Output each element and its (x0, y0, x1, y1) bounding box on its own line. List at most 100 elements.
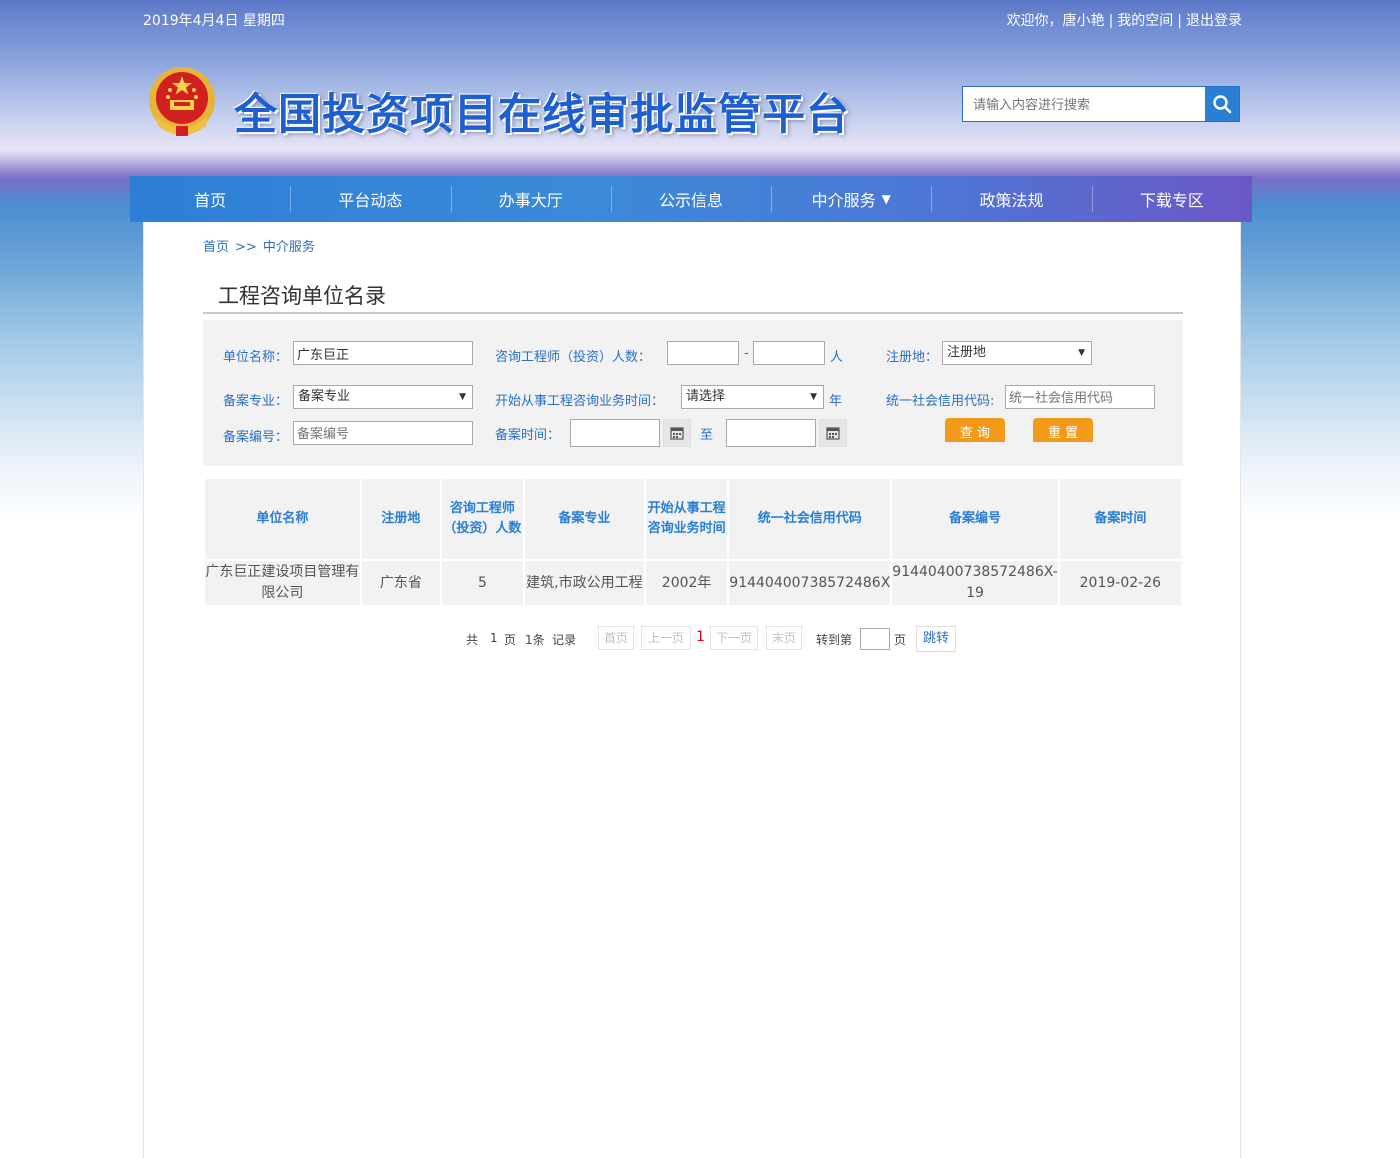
nav-item-downloads[interactable]: 下载专区 (1091, 176, 1252, 222)
cell-engineer-count: 5 (442, 561, 523, 605)
filter-panel: 单位名称： 咨询工程师（投资）人数： - 人 注册地： 注册地 ▼ 备案专业： 备… (203, 320, 1183, 466)
pager-goto-suffix: 页 (894, 633, 907, 647)
pager-go-button[interactable]: 跳转 (916, 626, 956, 652)
region-select[interactable]: 注册地 ▼ (942, 341, 1092, 365)
pager-goto-label: 转到第 (816, 633, 853, 647)
header-unit-name: 单位名称 (205, 479, 360, 559)
specialty-selected-value: 备案专业 (298, 389, 351, 404)
nav-item-service-hall[interactable]: 办事大厅 (450, 176, 611, 222)
year-unit-label: 年 (829, 394, 843, 409)
region-label: 注册地： (886, 350, 939, 365)
start-time-select[interactable]: 请选择 ▼ (681, 385, 824, 409)
calendar-end-button[interactable] (819, 419, 847, 447)
welcome-user-link[interactable]: 欢迎你，唐小艳 (1007, 13, 1105, 29)
start-time-label: 开始从事工程咨询业务时间： (495, 394, 665, 409)
pager-prev-button[interactable]: 上一页 (641, 626, 691, 650)
calendar-start-button[interactable] (663, 419, 691, 447)
select-arrow-icon: ▼ (459, 392, 466, 402)
main-content: 首页 >> 中介服务 工程咨询单位名录 单位名称： 咨询工程师（投资）人数： - 人… (143, 222, 1241, 1158)
nav-label: 政策法规 (979, 191, 1044, 210)
search-icon (1213, 95, 1232, 114)
results-table: 单位名称 注册地 咨询工程师（投资）人数 备案专业 开始从事工程咨询业务时间 统… (203, 477, 1183, 607)
calendar-icon (670, 427, 684, 440)
record-no-input[interactable] (293, 421, 473, 445)
select-arrow-icon: ▼ (810, 392, 817, 402)
query-button[interactable]: 查 询 (945, 418, 1005, 442)
cell-record-time: 2019-02-26 (1059, 561, 1181, 605)
my-space-link[interactable]: 我的空间 (1117, 13, 1173, 29)
nav-label: 首页 (194, 191, 227, 210)
header-engineer-count: 咨询工程师（投资）人数 (442, 479, 523, 559)
specialty-select[interactable]: 备案专业 ▼ (293, 385, 473, 409)
national-emblem-icon (146, 64, 218, 140)
site-title: 全国投资项目在线审批监管平台 (234, 90, 850, 140)
pager-total-pages: 1 (490, 631, 498, 645)
credit-code-input[interactable] (1005, 385, 1155, 409)
pager-records-word: 记录 (552, 633, 577, 647)
pager-current-page: 1 (696, 629, 705, 645)
pager-first-button[interactable]: 首页 (598, 626, 634, 650)
nav-item-platform-news[interactable]: 平台动态 (290, 176, 450, 222)
pager-page-word: 页 (504, 633, 517, 647)
cell-unit-name[interactable]: 广东巨正建设项目管理有限公司 (205, 561, 360, 605)
top-bar: 2019年4月4日 星期四 欢迎你，唐小艳 | 我的空间 | 退出登录 (0, 0, 1400, 40)
table-row[interactable]: 广东巨正建设项目管理有限公司 广东省 5 建筑,市政公用工程 2002年 914… (205, 561, 1181, 605)
engineer-count-label: 咨询工程师（投资）人数： (495, 350, 652, 365)
pager-next-button[interactable]: 下一页 (710, 626, 758, 650)
nav-item-home[interactable]: 首页 (130, 176, 290, 222)
breadcrumb-current[interactable]: 中介服务 (263, 240, 315, 255)
search-button[interactable] (1205, 87, 1239, 121)
unit-name-input[interactable] (293, 341, 473, 365)
engineer-count-max-input[interactable] (753, 341, 825, 365)
pager-total-records: 1条 (525, 633, 545, 647)
record-time-label: 备案时间： (495, 428, 561, 443)
nav-item-public-info[interactable]: 公示信息 (610, 176, 771, 222)
record-no-label: 备案编号： (223, 430, 289, 445)
dropdown-arrow-icon: ▼ (881, 192, 891, 206)
search-input[interactable] (963, 87, 1205, 121)
cell-start-time: 2002年 (645, 561, 728, 605)
record-time-end-input[interactable] (726, 419, 816, 447)
header-region: 注册地 (361, 479, 441, 559)
record-time-start-input[interactable] (570, 419, 660, 447)
engineer-count-min-input[interactable] (667, 341, 739, 365)
current-date: 2019年4月4日 星期四 (143, 13, 285, 29)
person-unit-label: 人 (830, 350, 844, 365)
region-selected-value: 注册地 (947, 345, 987, 360)
nav-label: 公示信息 (658, 191, 723, 210)
nav-label: 中介服务 (811, 191, 876, 210)
nav-item-agency-services[interactable]: 中介服务 ▼ (771, 176, 931, 222)
nav-label: 下载专区 (1139, 191, 1204, 210)
nav-label: 平台动态 (338, 191, 403, 210)
reset-button[interactable]: 重 置 (1033, 418, 1093, 442)
to-label: 至 (700, 428, 714, 443)
header-specialty: 备案专业 (524, 479, 644, 559)
header-record-no: 备案编号 (892, 479, 1058, 559)
main-nav: 首页 平台动态 办事大厅 公示信息 中介服务 ▼ 政策法规 下载专区 (130, 176, 1252, 222)
unit-name-label: 单位名称： (223, 350, 289, 365)
table-header-row: 单位名称 注册地 咨询工程师（投资）人数 备案专业 开始从事工程咨询业务时间 统… (205, 479, 1181, 559)
header-start-time: 开始从事工程咨询业务时间 (645, 479, 728, 559)
cell-record-no: 91440400738572486X-19 (892, 561, 1058, 605)
pager-last-button[interactable]: 末页 (766, 626, 802, 650)
nav-label: 办事大厅 (498, 191, 563, 210)
breadcrumb-home[interactable]: 首页 (203, 240, 229, 255)
start-time-selected-value: 请选择 (686, 389, 726, 404)
header-credit-code: 统一社会信用代码 (729, 479, 891, 559)
calendar-icon (826, 427, 840, 440)
header-record-time: 备案时间 (1059, 479, 1181, 559)
range-separator: - (744, 346, 749, 361)
page-title: 工程咨询单位名录 (203, 280, 1183, 314)
breadcrumb: 首页 >> 中介服务 (203, 236, 315, 255)
pager-goto-input[interactable] (860, 628, 890, 650)
select-arrow-icon: ▼ (1078, 348, 1085, 358)
breadcrumb-separator: >> (235, 240, 257, 255)
cell-specialty: 建筑,市政公用工程 (524, 561, 644, 605)
pager-total-prefix: 共 (466, 633, 479, 647)
specialty-label: 备案专业： (223, 394, 289, 409)
site-search (962, 86, 1240, 122)
user-links: 欢迎你，唐小艳 | 我的空间 | 退出登录 (1006, 13, 1242, 29)
credit-code-label: 统一社会信用代码: (886, 394, 995, 409)
nav-item-policies[interactable]: 政策法规 (931, 176, 1091, 222)
logout-link[interactable]: 退出登录 (1186, 13, 1242, 29)
